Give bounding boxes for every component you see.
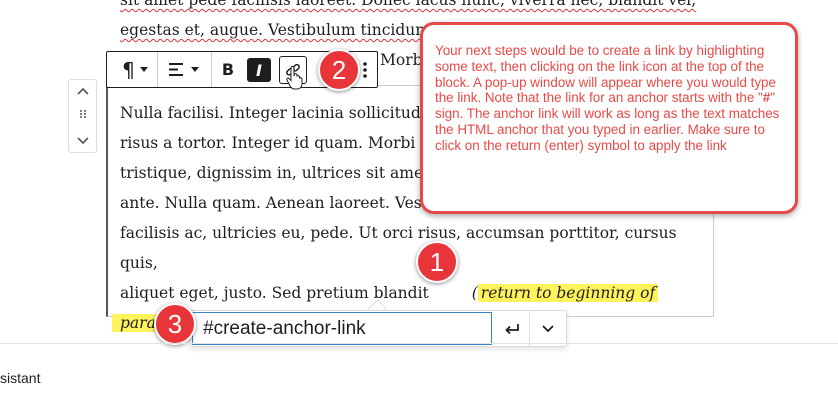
link-settings-toggle[interactable] <box>530 311 566 346</box>
paragraph-line: aliquet eget, justo. Sed pretium blandit… <box>120 278 700 308</box>
link-url-input[interactable]: #create-anchor-link <box>192 312 492 345</box>
panel-divider <box>0 343 838 344</box>
drag-handle[interactable] <box>69 108 96 122</box>
highlighted-text[interactable]: return to beginning of <box>477 284 659 302</box>
bold-button[interactable]: B <box>217 52 239 87</box>
chevron-down-icon <box>542 324 554 332</box>
drag-handle-icon <box>79 110 86 118</box>
link-popover: #create-anchor-link <box>190 310 567 347</box>
move-down-button[interactable] <box>69 134 96 148</box>
caret-down-icon <box>139 67 148 72</box>
step-badge-2: 2 <box>318 49 360 91</box>
move-up-button[interactable] <box>69 84 96 98</box>
hand-cursor-icon <box>286 66 303 90</box>
panel-label[interactable]: sistant <box>0 370 40 386</box>
paragraph-open-paren: ( <box>471 284 478 302</box>
caret-down-icon <box>191 67 199 72</box>
instruction-callout: Your next steps would be to create a lin… <box>420 22 798 214</box>
transform-button[interactable]: ¶ <box>113 52 157 87</box>
chevron-down-icon <box>76 137 89 145</box>
align-button[interactable] <box>161 52 207 87</box>
block-mover <box>68 79 97 153</box>
editor-text-line: egestas et, augue. Vestibulum tincidunt <box>120 21 432 39</box>
callout-text: Your next steps would be to create a lin… <box>435 43 776 106</box>
editor-text-line: sit amet pede facilisis laoreet. Donec l… <box>120 0 697 9</box>
chevron-up-icon <box>76 87 89 95</box>
step-badge-1: 1 <box>416 241 458 283</box>
toolbar-divider <box>157 52 158 87</box>
apply-link-button[interactable] <box>495 311 529 346</box>
italic-button[interactable]: I <box>247 58 271 82</box>
bold-label: B <box>221 60 235 79</box>
toolbar-divider <box>211 52 212 87</box>
return-enter-icon <box>505 323 519 334</box>
italic-label: I <box>256 60 262 80</box>
paragraph-line-text: aliquet eget, justo. Sed pretium blandit <box>120 284 429 302</box>
align-left-icon <box>169 63 183 76</box>
step-badge-3: 3 <box>154 303 196 345</box>
paragraph-line: facilisis ac, ultricies eu, pede. Ut orc… <box>120 224 677 272</box>
pilcrow-icon: ¶ <box>122 57 135 82</box>
vertical-ellipsis-icon <box>363 61 367 78</box>
